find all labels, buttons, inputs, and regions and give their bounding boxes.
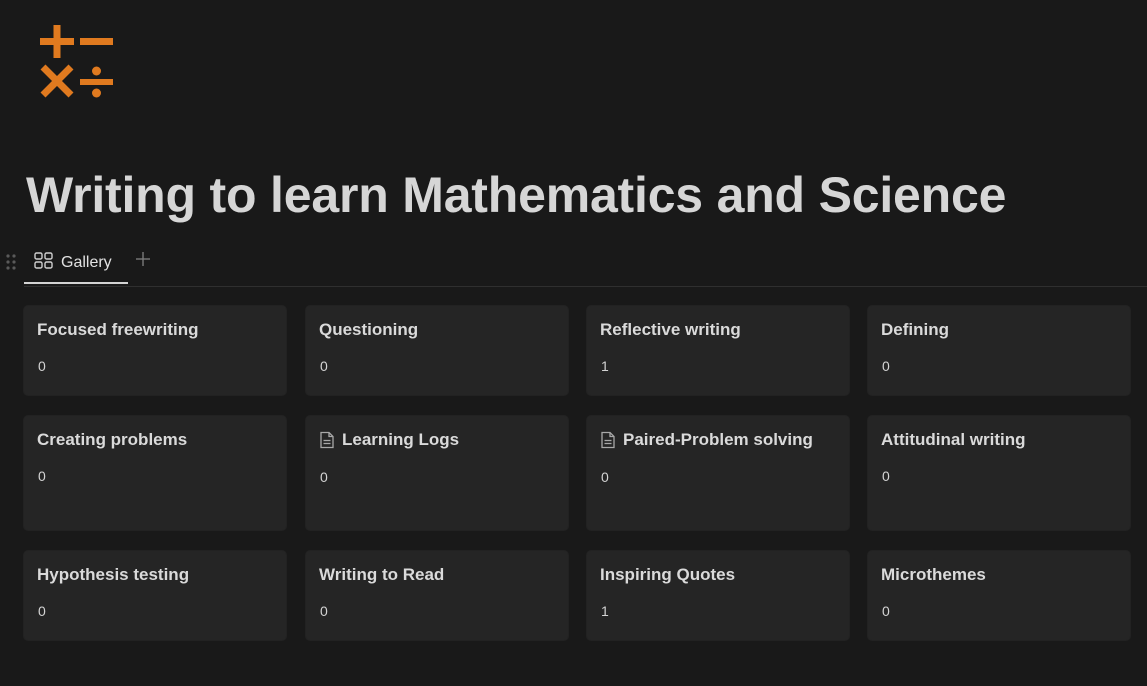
gallery-card[interactable]: Writing to Read 0 (306, 551, 568, 640)
card-count: 0 (601, 469, 609, 485)
gallery-card[interactable]: Learning Logs 0 (306, 416, 568, 530)
card-title: Hypothesis testing (37, 565, 190, 584)
tab-gallery[interactable]: Gallery (24, 244, 128, 284)
page: Writing to learn Mathematics and Science (0, 0, 1147, 686)
card-count: 1 (601, 358, 609, 374)
math-operators-icon[interactable] (38, 24, 116, 102)
card-count: 0 (38, 603, 46, 619)
gallery-card[interactable]: Hypothesis testing 0 (24, 551, 286, 640)
document-icon (600, 431, 616, 449)
drag-handle-icon[interactable] (5, 253, 17, 271)
tab-gallery-label: Gallery (61, 254, 112, 271)
card-count: 0 (882, 468, 890, 484)
card-count: 0 (320, 358, 328, 374)
card-count: 0 (320, 469, 328, 485)
card-title: Writing to Read (319, 565, 445, 584)
gallery-card[interactable]: Creating problems 0 (24, 416, 286, 530)
page-title[interactable]: Writing to learn Mathematics and Science (26, 166, 1006, 224)
gallery-icon (34, 252, 53, 274)
card-count: 0 (320, 603, 328, 619)
card-title: Questioning (319, 320, 419, 339)
card-title: Focused freewriting (37, 320, 199, 339)
gallery-card[interactable]: Defining 0 (868, 306, 1130, 395)
card-title: Paired-Problem solving (600, 430, 813, 450)
gallery-card[interactable]: Inspiring Quotes 1 (587, 551, 849, 640)
card-count: 0 (38, 358, 46, 374)
card-title: Defining (881, 320, 949, 339)
card-title: Creating problems (37, 430, 188, 449)
card-title: Microthemes (881, 565, 986, 584)
card-title: Reflective writing (600, 320, 741, 339)
card-title: Learning Logs (319, 430, 459, 450)
card-title: Inspiring Quotes (600, 565, 736, 584)
plus-icon (135, 251, 151, 272)
card-count: 0 (882, 603, 890, 619)
gallery-card[interactable]: Attitudinal writing 0 (868, 416, 1130, 530)
gallery-card[interactable]: Questioning 0 (306, 306, 568, 395)
gallery-card[interactable]: Focused freewriting 0 (24, 306, 286, 395)
card-count: 0 (38, 468, 46, 484)
add-view-button[interactable] (132, 250, 154, 272)
card-title: Attitudinal writing (881, 430, 1026, 449)
document-icon (319, 431, 335, 449)
gallery-card[interactable]: Reflective writing 1 (587, 306, 849, 395)
card-count: 0 (882, 358, 890, 374)
view-tabs: Gallery (24, 244, 1147, 287)
gallery-card[interactable]: Paired-Problem solving 0 (587, 416, 849, 530)
card-count: 1 (601, 603, 609, 619)
gallery-card[interactable]: Microthemes 0 (868, 551, 1130, 640)
